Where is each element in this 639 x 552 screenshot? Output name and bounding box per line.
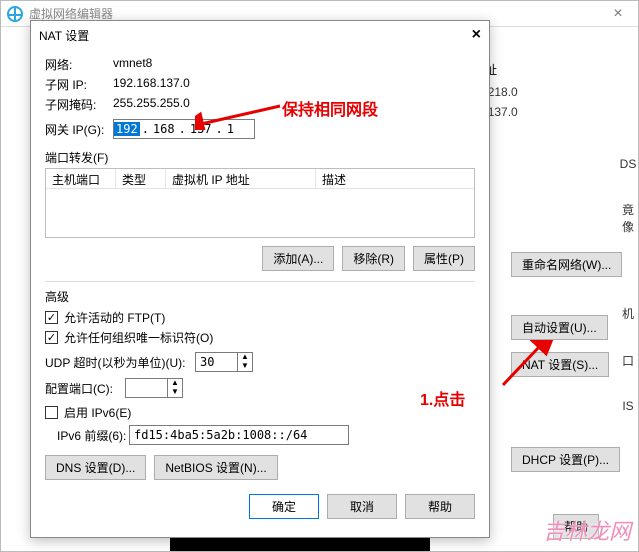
config-port-input[interactable]: ▲ ▼ bbox=[125, 378, 183, 398]
spinner-arrows[interactable]: ▲ ▼ bbox=[237, 353, 252, 371]
config-port-label: 配置端口(C): bbox=[45, 380, 125, 397]
subnet-ip-label: 子网 IP: bbox=[45, 76, 113, 93]
allow-ftp-row[interactable]: 允许活动的 FTP(T) bbox=[45, 309, 475, 326]
advanced-label: 高级 bbox=[45, 288, 475, 305]
th-desc: 描述 bbox=[316, 169, 474, 188]
checkbox-checked-icon[interactable] bbox=[45, 311, 58, 324]
gateway-oct4[interactable]: 1 bbox=[225, 122, 236, 136]
port-forward-table[interactable]: 主机端口 类型 虚拟机 IP 地址 描述 bbox=[45, 168, 475, 238]
gateway-ip-input[interactable]: 192 . 168 . 137 . 1 bbox=[113, 119, 255, 139]
ip-dot: . bbox=[140, 122, 151, 136]
gateway-oct2[interactable]: 168 bbox=[151, 122, 177, 136]
udp-timeout-value[interactable]: 30 bbox=[196, 355, 237, 369]
cancel-button[interactable]: 取消 bbox=[327, 494, 397, 519]
edge-seg: DS bbox=[618, 157, 638, 171]
subnet-mask-row: 子网掩码: 255.255.255.0 bbox=[45, 96, 475, 113]
netbios-settings-button[interactable]: NetBIOS 设置(N)... bbox=[154, 455, 277, 480]
auto-settings-button[interactable]: 自动设置(U)... bbox=[511, 315, 608, 340]
dialog-title: NAT 设置 bbox=[39, 27, 89, 44]
config-port-row: 配置端口(C): ▲ ▼ bbox=[45, 378, 475, 398]
checkbox-checked-icon[interactable] bbox=[45, 331, 58, 344]
dialog-titlebar: NAT 设置 × bbox=[31, 21, 489, 49]
network-row: 网络: vmnet8 bbox=[45, 56, 475, 73]
annotation-click1: 1.点击 bbox=[420, 386, 465, 410]
rename-network-button[interactable]: 重命名网络(W)... bbox=[511, 252, 622, 277]
subnet-ip-value: 192.168.137.0 bbox=[113, 76, 190, 93]
subnet-mask-value: 255.255.255.0 bbox=[113, 96, 190, 113]
remove-button[interactable]: 移除(R) bbox=[342, 246, 405, 271]
dns-settings-button[interactable]: DNS 设置(D)... bbox=[45, 455, 146, 480]
globe-icon bbox=[7, 6, 23, 22]
properties-button[interactable]: 属性(P) bbox=[413, 246, 475, 271]
watermark: 吉林龙网 bbox=[543, 514, 631, 546]
gateway-oct3[interactable]: 137 bbox=[188, 122, 214, 136]
ok-button[interactable]: 确定 bbox=[249, 494, 319, 519]
edge-seg: 竟像 bbox=[618, 201, 638, 235]
port-forward-buttons: 添加(A)... 移除(R) 属性(P) bbox=[45, 246, 475, 271]
ipv6-prefix-label: IPv6 前缀(6): bbox=[57, 427, 129, 444]
chevron-down-icon[interactable]: ▼ bbox=[238, 362, 252, 371]
edge-seg: IS bbox=[618, 399, 638, 413]
subnet-ip-row: 子网 IP: 192.168.137.0 bbox=[45, 76, 475, 93]
enable-ipv6-row[interactable]: 启用 IPv6(E) bbox=[45, 404, 475, 421]
help-button[interactable]: 帮助 bbox=[405, 494, 475, 519]
allow-oui-label: 允许任何组织唯一标识符(O) bbox=[64, 329, 213, 346]
port-forward-label: 端口转发(F) bbox=[45, 149, 475, 166]
subnet-mask-label: 子网掩码: bbox=[45, 96, 113, 113]
network-value: vmnet8 bbox=[113, 56, 152, 73]
dhcp-settings-button[interactable]: DHCP 设置(P)... bbox=[511, 447, 620, 472]
th-type: 类型 bbox=[116, 169, 166, 188]
gateway-label: 网关 IP(G): bbox=[45, 121, 113, 138]
ip-dot: . bbox=[214, 122, 225, 136]
right-edge-text: DS 竟像 机 口 IS bbox=[618, 27, 638, 551]
th-host-port: 主机端口 bbox=[46, 169, 116, 188]
gateway-oct1[interactable]: 192 bbox=[114, 122, 140, 136]
allow-ftp-label: 允许活动的 FTP(T) bbox=[64, 309, 165, 326]
udp-timeout-input[interactable]: 30 ▲ ▼ bbox=[195, 352, 253, 372]
checkbox-unchecked-icon[interactable] bbox=[45, 406, 58, 419]
nat-settings-button[interactable]: NAT 设置(S)... bbox=[511, 352, 609, 377]
spinner-arrows[interactable]: ▲ ▼ bbox=[167, 379, 182, 397]
dialog-body: 网络: vmnet8 子网 IP: 192.168.137.0 子网掩码: 25… bbox=[31, 49, 489, 480]
ip-dot: . bbox=[177, 122, 188, 136]
chevron-down-icon[interactable]: ▼ bbox=[168, 388, 182, 397]
ipv6-prefix-row: IPv6 前缀(6): bbox=[57, 425, 475, 445]
udp-timeout-row: UDP 超时(以秒为单位)(U): 30 ▲ ▼ bbox=[45, 352, 475, 372]
table-header: 主机端口 类型 虚拟机 IP 地址 描述 bbox=[46, 169, 474, 189]
edge-seg: 口 bbox=[618, 352, 638, 369]
gateway-row: 网关 IP(G): 192 . 168 . 137 . 1 bbox=[45, 119, 475, 139]
annotation-same-segment: 保持相同网段 bbox=[282, 96, 378, 120]
th-vm-ip: 虚拟机 IP 地址 bbox=[166, 169, 316, 188]
ipv6-prefix-input[interactable] bbox=[129, 425, 349, 445]
dialog-footer: 确定 取消 帮助 bbox=[31, 494, 489, 529]
add-button[interactable]: 添加(A)... bbox=[262, 246, 334, 271]
udp-timeout-label: UDP 超时(以秒为单位)(U): bbox=[45, 354, 195, 371]
close-icon[interactable]: × bbox=[472, 26, 481, 44]
allow-oui-row[interactable]: 允许任何组织唯一标识符(O) bbox=[45, 329, 475, 346]
enable-ipv6-label: 启用 IPv6(E) bbox=[64, 404, 131, 421]
network-label: 网络: bbox=[45, 56, 113, 73]
dns-buttons-row: DNS 设置(D)... NetBIOS 设置(N)... bbox=[45, 455, 475, 480]
nat-settings-dialog: NAT 设置 × 网络: vmnet8 子网 IP: 192.168.137.0… bbox=[30, 20, 490, 538]
edge-seg: 机 bbox=[618, 305, 638, 322]
close-icon[interactable]: × bbox=[598, 5, 638, 23]
separator bbox=[45, 281, 475, 282]
